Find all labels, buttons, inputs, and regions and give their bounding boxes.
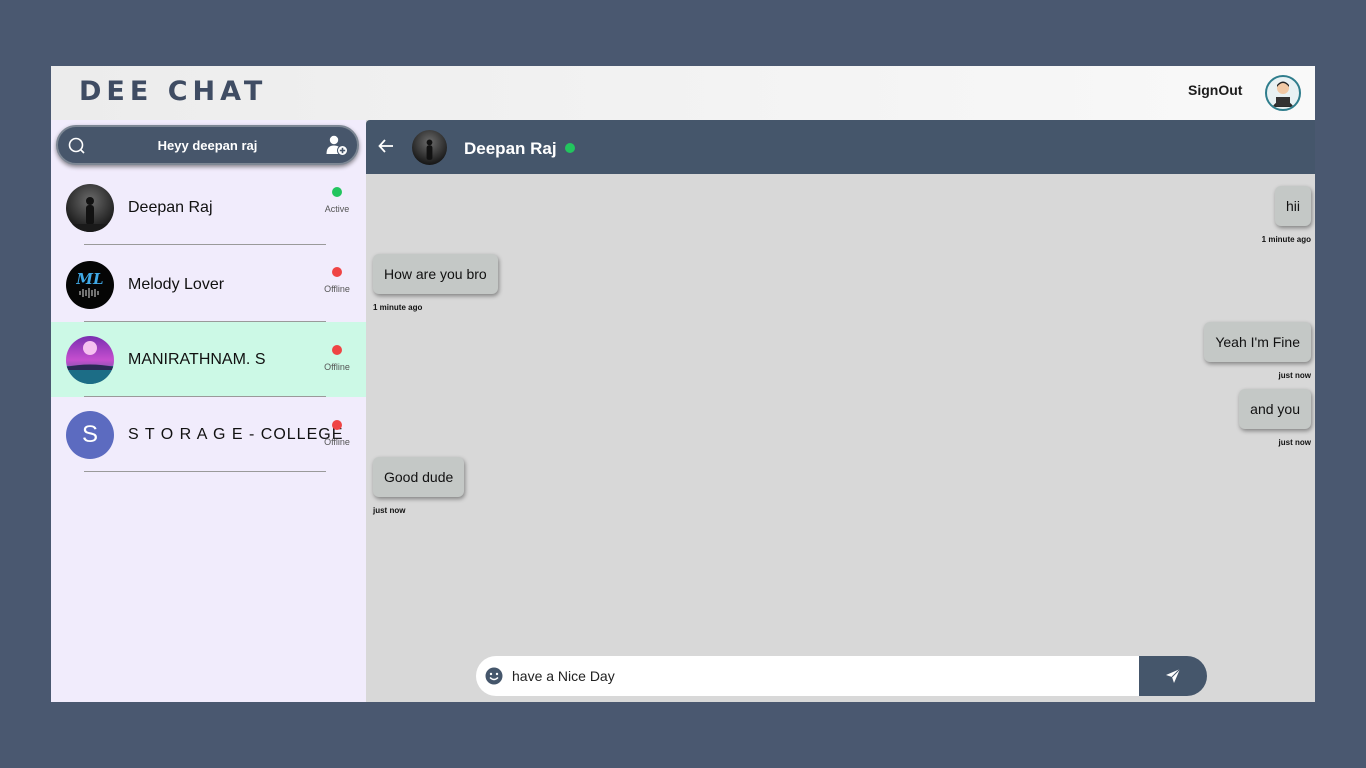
- online-status-dot: [565, 143, 575, 153]
- status-dot: [332, 187, 342, 197]
- message-time: just now: [1278, 371, 1311, 380]
- signout-button[interactable]: SignOut: [1188, 82, 1242, 98]
- add-user-icon[interactable]: [325, 133, 349, 157]
- contact-name: S T O R A G E - COLLEGE: [128, 426, 344, 443]
- melody-logo: ML: [66, 261, 114, 309]
- brand-logo: DEE CHAT: [79, 76, 268, 107]
- contact-item[interactable]: S S T O R A G E - COLLEGE Offline: [51, 397, 366, 472]
- smiley-icon[interactable]: [485, 667, 503, 685]
- contact-avatar: [66, 184, 114, 232]
- chat-app-window: DEE CHAT SignOut Heyy deepan raj Deepan …: [51, 66, 1315, 702]
- contact-name: Melody Lover: [128, 276, 225, 293]
- chat-contact-avatar[interactable]: [412, 130, 447, 165]
- status-dot: [332, 345, 342, 355]
- chat-contact-name: Deepan Raj: [464, 139, 557, 158]
- divider: [84, 471, 326, 472]
- chat-header: Deepan Raj: [366, 120, 1315, 174]
- message-bubble-received: How are you bro: [373, 254, 498, 294]
- top-bar: DEE CHAT SignOut: [51, 66, 1315, 120]
- send-button[interactable]: [1139, 656, 1207, 696]
- search-bar[interactable]: Heyy deepan raj: [56, 125, 359, 165]
- chat-panel: Deepan Raj hii 1 minute ago How are you …: [366, 120, 1315, 702]
- contact-name: Deepan Raj: [128, 199, 213, 216]
- divider: [84, 244, 326, 245]
- message-composer: [476, 656, 1207, 696]
- contact-item[interactable]: ML Melody Lover Offline: [51, 247, 366, 322]
- sunset-photo: [66, 336, 114, 384]
- contact-item-selected[interactable]: MANIRATHNAM. S Offline: [51, 322, 366, 397]
- message-bubble-sent: and you: [1239, 389, 1311, 429]
- contact-name: MANIRATHNAM. S: [128, 351, 266, 368]
- message-input[interactable]: [512, 666, 1112, 686]
- silhouette-photo: [412, 130, 447, 165]
- contact-avatar-initial: S: [66, 411, 114, 459]
- message-time: 1 minute ago: [1261, 235, 1311, 244]
- message-bubble-sent: hii: [1274, 186, 1311, 226]
- message-bubble-sent: Yeah I'm Fine: [1204, 322, 1311, 362]
- message-time: just now: [373, 506, 406, 515]
- user-profile-icon: [1272, 81, 1294, 107]
- contacts-sidebar: Heyy deepan raj Deepan Raj Active ML Mel…: [51, 120, 366, 702]
- arrow-left-icon[interactable]: [377, 137, 395, 155]
- search-greeting: Heyy deepan raj: [157, 138, 258, 153]
- composer-field[interactable]: [476, 656, 1146, 696]
- message-time: just now: [1278, 438, 1311, 447]
- contact-avatar: [66, 336, 114, 384]
- status-dot: [332, 420, 342, 430]
- message-bubble-received: Good dude: [373, 457, 465, 497]
- contact-avatar: ML: [66, 261, 114, 309]
- paper-plane-icon: [1166, 668, 1181, 683]
- status-dot: [332, 267, 342, 277]
- contact-status: Offline: [324, 284, 350, 294]
- svg-text:ML: ML: [75, 270, 103, 288]
- message-time: 1 minute ago: [373, 303, 423, 312]
- profile-avatar[interactable]: [1265, 75, 1301, 111]
- silhouette-photo: [66, 184, 114, 232]
- contact-item[interactable]: Deepan Raj Active: [51, 170, 366, 245]
- search-icon[interactable]: [67, 136, 87, 156]
- contact-status: Active: [324, 204, 350, 214]
- contact-status: Offline: [324, 362, 350, 372]
- contact-status: Offline: [324, 437, 350, 447]
